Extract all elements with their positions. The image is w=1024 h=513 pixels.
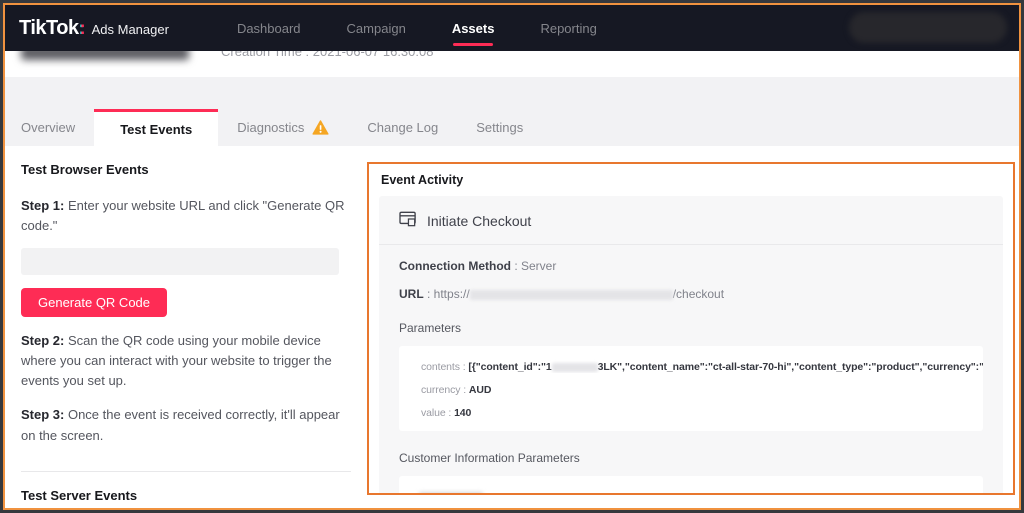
user-agent-card: User agent	[399, 476, 983, 493]
creation-time: Creation Time : 2021-06-07 16:30:08	[221, 51, 434, 59]
tiktok-logo[interactable]: TikTok: Ads Manager	[19, 17, 169, 40]
content-id-redacted	[551, 362, 598, 372]
pixel-info-bar: Creation Time : 2021-06-07 16:30:08	[5, 51, 1019, 77]
url-row: URL : https:///checkout	[399, 287, 725, 301]
browser-event-icon	[399, 211, 417, 230]
event-card: Initiate Checkout Connection Method : Se…	[379, 196, 1003, 493]
parameters-card: contents : [{"content_id":"1 3LK","conten…	[399, 346, 983, 431]
tab-change-log[interactable]: Change Log	[348, 109, 457, 146]
event-name: Initiate Checkout	[427, 212, 532, 229]
browser-step-1: Step 1: Enter your website URL and click…	[21, 198, 345, 233]
nav-item-campaign[interactable]: Campaign	[347, 15, 406, 42]
url-redacted	[469, 289, 673, 300]
browser-step-2: Step 2: Scan the QR code using your mobi…	[21, 333, 332, 389]
generate-qr-code-button[interactable]: Generate QR Code	[21, 288, 168, 317]
top-nav: TikTok: Ads Manager Dashboard Campaign A…	[5, 5, 1019, 51]
nav-item-dashboard[interactable]: Dashboard	[237, 15, 301, 42]
section-divider	[21, 470, 351, 472]
ads-manager-label: Ads Manager	[91, 21, 169, 37]
customer-parameters-label: Customer Information Parameters	[399, 451, 580, 465]
user-agent-label: User agent	[495, 491, 554, 493]
nav-item-reporting[interactable]: Reporting	[540, 15, 596, 42]
test-server-events-heading: Test Server Events	[21, 487, 138, 503]
screenshot-frame: TikTok: Ads Manager Dashboard Campaign A…	[0, 0, 1024, 513]
user-agent-value-redacted	[419, 491, 483, 493]
account-area-redacted[interactable]	[849, 12, 1007, 43]
tab-test-events[interactable]: Test Events	[94, 109, 219, 146]
tiktok-logo-mark: :	[79, 17, 86, 38]
main-content: Test Browser Events Step 1: Enter your w…	[5, 146, 1019, 508]
connection-method-row: Connection Method : Server	[399, 259, 557, 273]
nav-item-assets[interactable]: Assets	[452, 15, 494, 46]
param-currency: currency : AUD	[421, 384, 492, 396]
param-contents: contents : [{"content_id":"1 3LK","conten…	[421, 361, 983, 373]
event-activity-panel: Event Activity Initiate Checkout Connect…	[367, 162, 1015, 495]
event-header-row[interactable]: Initiate Checkout	[379, 196, 1003, 244]
param-value: value : 140	[421, 407, 472, 419]
tab-diagnostics[interactable]: Diagnostics	[218, 109, 348, 146]
pixel-name-redacted	[21, 51, 189, 60]
website-url-input[interactable]	[21, 248, 339, 275]
tab-bar: Overview Test Events Diagnostics Change …	[21, 109, 542, 146]
tab-settings[interactable]: Settings	[457, 109, 542, 146]
tiktok-wordmark: TikTok	[19, 16, 79, 39]
event-activity-title: Event Activity	[381, 173, 464, 187]
nav-menu: Dashboard Campaign Assets Reporting	[237, 15, 597, 46]
browser-step-3: Step 3: Once the event is received corre…	[21, 407, 340, 443]
test-browser-events-heading: Test Browser Events	[21, 162, 149, 177]
test-events-instructions: Test Browser Events Step 1: Enter your w…	[21, 162, 353, 508]
parameters-label: Parameters	[399, 321, 462, 335]
tab-bar-background: Overview Test Events Diagnostics Change …	[5, 77, 1019, 146]
page-root: TikTok: Ads Manager Dashboard Campaign A…	[3, 3, 1021, 510]
tab-overview[interactable]: Overview	[21, 109, 94, 146]
warning-icon	[312, 120, 329, 135]
